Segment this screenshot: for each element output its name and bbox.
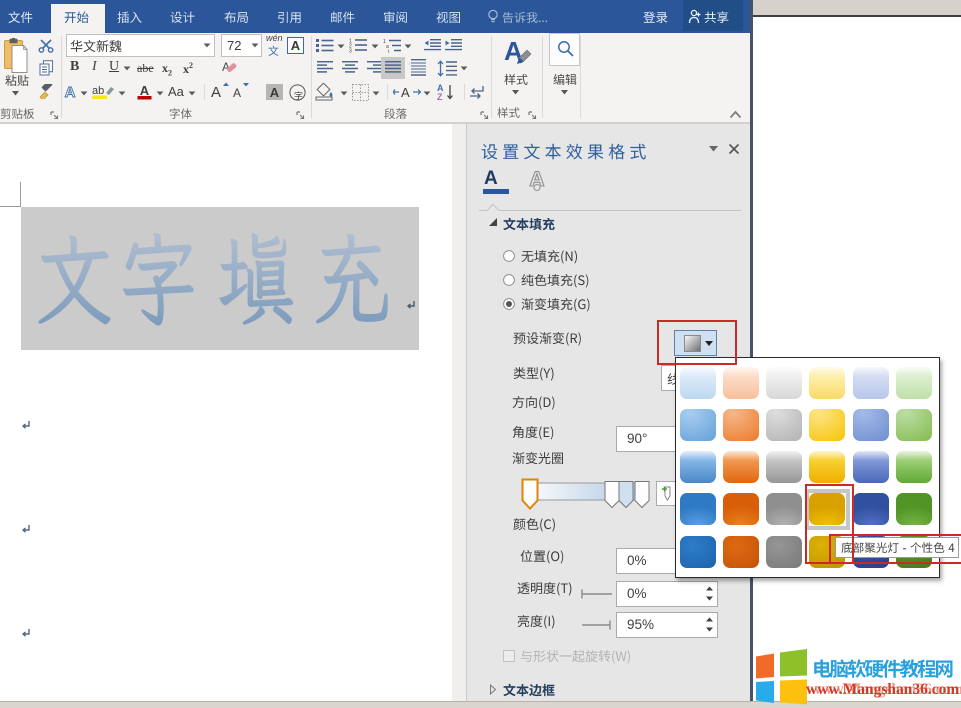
svg-text:A: A — [270, 85, 280, 100]
svg-text:Z: Z — [437, 92, 443, 101]
svg-text:A: A — [401, 85, 410, 100]
svg-text:i: i — [388, 49, 389, 53]
svg-text:ab: ab — [92, 85, 104, 97]
svg-text:3: 3 — [349, 49, 352, 54]
svg-text:A: A — [65, 84, 76, 100]
svg-text:A: A — [291, 38, 301, 53]
svg-text:A: A — [233, 86, 241, 100]
svg-text:A: A — [140, 83, 150, 98]
svg-text:A: A — [211, 84, 221, 100]
